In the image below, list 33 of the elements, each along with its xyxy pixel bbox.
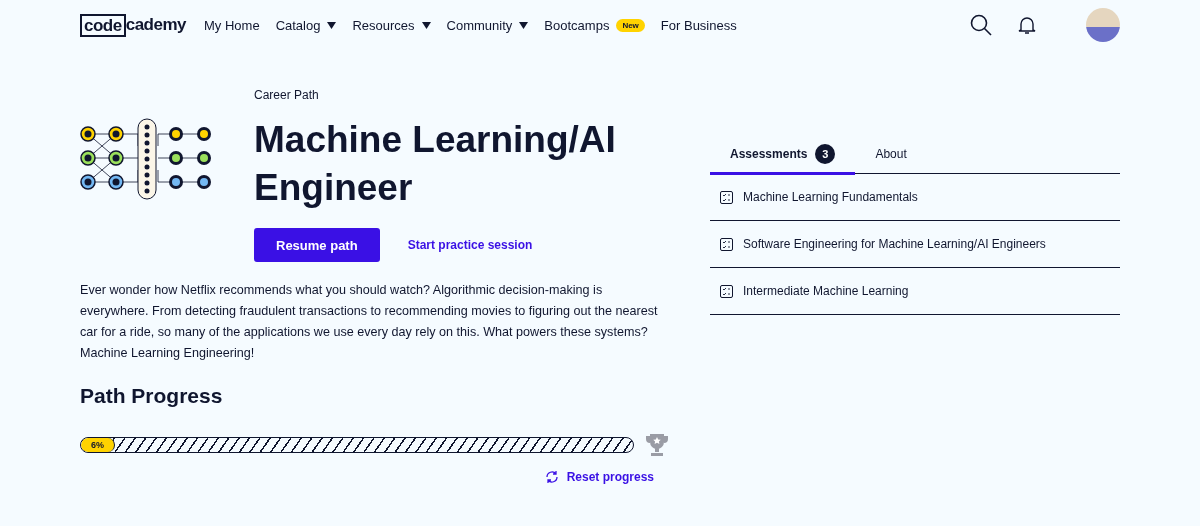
caret-icon (421, 21, 431, 29)
caret-icon (327, 21, 337, 29)
nav-link[interactable]: For Business (660, 17, 737, 33)
career-path-label: Career Path (254, 88, 320, 102)
refresh-icon (544, 470, 559, 484)
tab[interactable]: Assessments 3 (710, 136, 856, 175)
count-badge: 3 (815, 144, 836, 164)
progress-heading: Path Progress (80, 384, 224, 408)
nav-link[interactable]: My Home (204, 17, 260, 33)
caret-icon (519, 21, 529, 29)
trophy-icon (644, 432, 670, 458)
checklist-icon (720, 190, 733, 204)
progress-fill: 6% (81, 438, 116, 452)
nav-link[interactable]: Resources (352, 17, 431, 33)
new-badge: New (616, 18, 645, 32)
checklist-icon (720, 237, 733, 251)
resume-path-button[interactable]: Resume path (254, 228, 380, 262)
path-description: Ever wonder how Netflix recommends what you should watch? Algorithmic decision-making is everywhere. From detecting fraudulent transactions to recommending movies to figuring out the nearest car for a ride, so many of the applications we use every day rely on this. What powers these systems? Machine Learning Engineering! (80, 282, 659, 362)
nav-link[interactable]: Community (446, 17, 529, 33)
practice-session-link[interactable]: Start practice session (407, 238, 533, 252)
codecademy-logo[interactable]: code cademy (80, 13, 186, 37)
assessment-item[interactable]: Machine Learning Fundamentals (710, 174, 1120, 221)
search-icon[interactable] (970, 14, 992, 36)
user-avatar[interactable] (1086, 8, 1120, 42)
nav-link[interactable]: Catalog (275, 17, 337, 33)
checklist-icon (720, 284, 733, 298)
tab[interactable]: About (855, 136, 927, 175)
assessment-item[interactable]: Software Engineering for Machine Learning/AI Engineers (710, 221, 1120, 268)
assessment-item[interactable]: Intermediate Machine Learning (710, 268, 1120, 315)
reset-progress-link[interactable]: Reset progress (80, 470, 654, 484)
nav-link[interactable]: Bootcamps New (544, 17, 645, 33)
page-title: Machine Learning/AI Engineer (254, 118, 617, 210)
bell-icon[interactable] (1018, 15, 1036, 35)
